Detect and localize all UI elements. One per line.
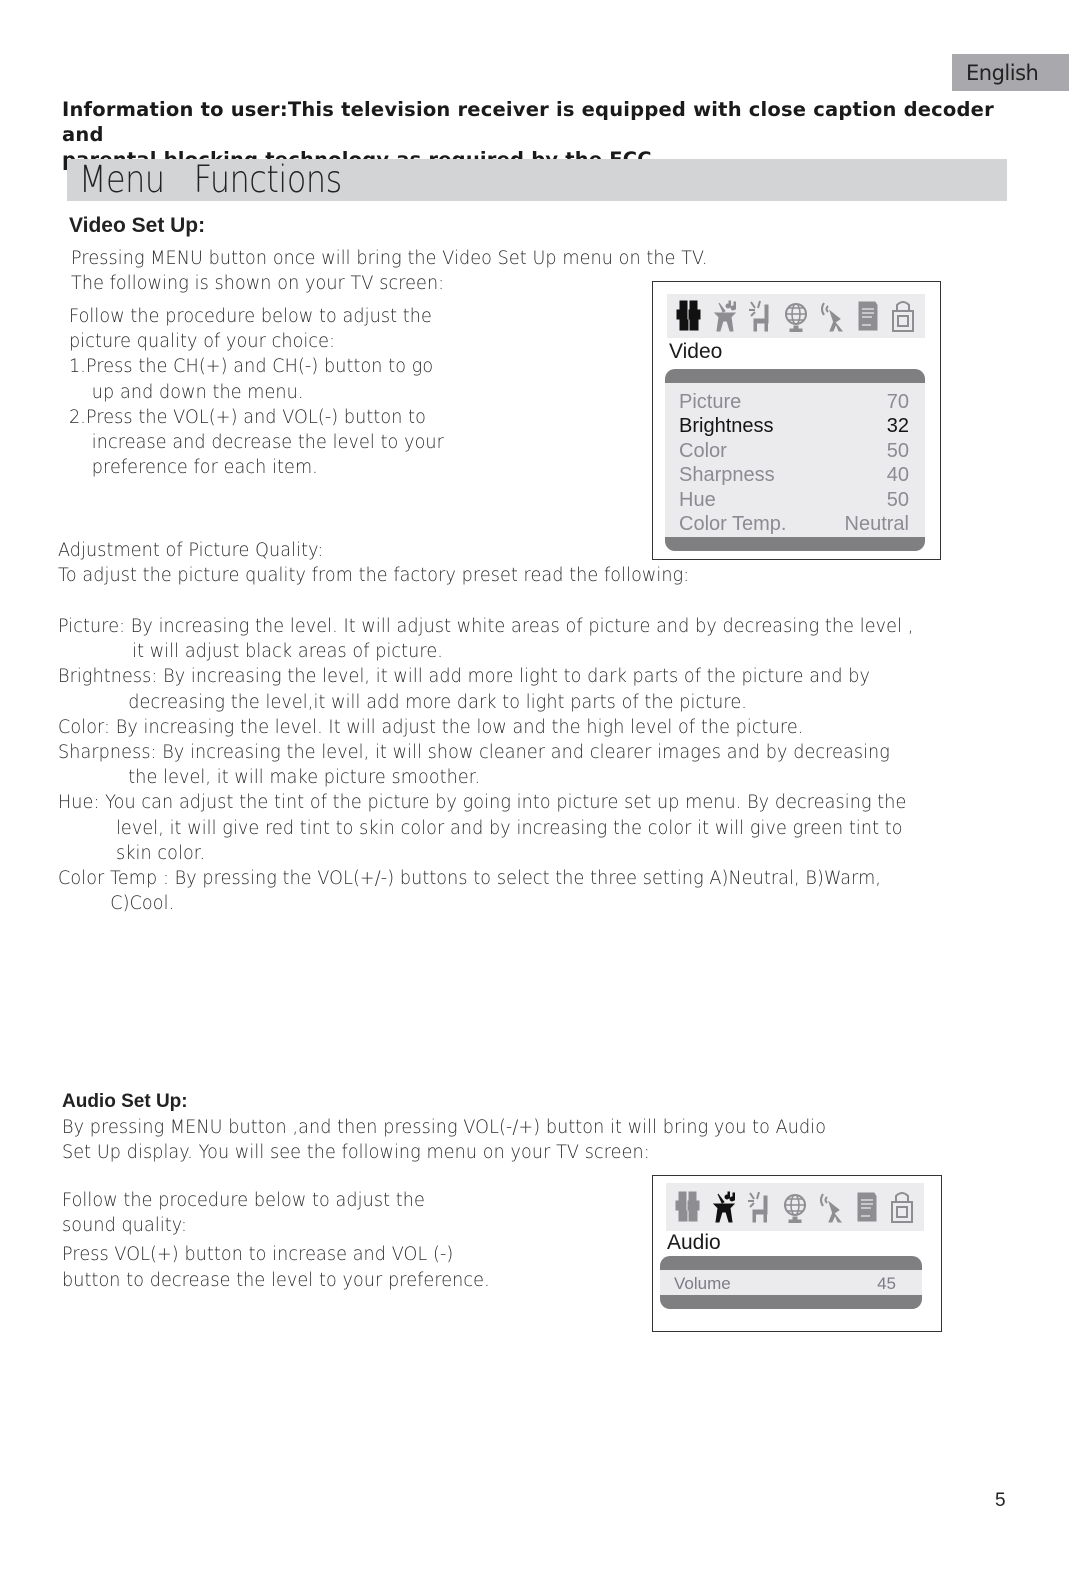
adjustment-intro: To adjust the picture quality from the f…: [58, 565, 690, 587]
setting-descriptions: Picture: By increasing the level. It wil…: [58, 614, 913, 916]
text-line: button to decrease the level to your pre…: [62, 1269, 490, 1291]
desc-sharpness-cont: the level, it will make picture smoother…: [128, 767, 481, 789]
osd-row-name: Brightness: [679, 415, 774, 438]
osd-row-sharpness[interactable]: Sharpness 40: [679, 463, 909, 487]
osd-bottom-bar: [665, 537, 925, 551]
osd-row-name: Volume: [674, 1274, 731, 1293]
function-icon[interactable]: [745, 1189, 773, 1225]
text-line: sound quality:: [62, 1215, 188, 1237]
desc-color-temp: Color Temp : By pressing the VOL(+/-) bu…: [58, 868, 882, 890]
desc-brightness: Brightness: By increasing the level, it …: [58, 666, 871, 688]
notice-line: Information to user:This television rece…: [62, 98, 994, 146]
desc-hue: Hue: You can adjust the tint of the pict…: [58, 792, 907, 814]
osd-top-bar: [660, 1256, 922, 1270]
picture-icon[interactable]: [674, 1189, 702, 1225]
audio-osd-menu: Audio Volume 45: [652, 1175, 942, 1332]
osd-bottom-bar: [660, 1295, 922, 1309]
antenna-icon[interactable]: [817, 1189, 845, 1225]
caption-icon[interactable]: [852, 1189, 880, 1225]
desc-picture: Picture: By increasing the level. It wil…: [58, 616, 914, 637]
desc-color: Color: By increasing the level. It will …: [58, 716, 804, 738]
osd-row-name: Hue: [679, 488, 716, 511]
language-tab: English: [952, 54, 1069, 91]
section-title-bar: Menu Functions: [67, 159, 1007, 201]
page-number: 5: [995, 1490, 1006, 1511]
audio-intro: By pressing MENU button ,and then pressi…: [62, 1115, 826, 1165]
video-intro: Pressing MENU button once will bring the…: [71, 246, 708, 296]
osd-item-list: Volume 45: [660, 1256, 922, 1309]
video-osd-menu: Video Picture 70 Brightness 32 Color 50 …: [652, 281, 941, 560]
function-icon[interactable]: [746, 298, 774, 334]
osd-row-name: Sharpness: [679, 464, 775, 487]
osd-icon-strip: [667, 294, 925, 338]
osd-row-color-temp[interactable]: Color Temp. Neutral: [679, 512, 909, 536]
step-2-cont: increase and decrease the level to your: [91, 432, 444, 454]
step-1-cont: up and down the menu.: [91, 381, 304, 403]
osd-top-bar: [665, 369, 925, 383]
desc-sharpness: Sharpness: By increasing the level, it w…: [58, 742, 890, 764]
video-setup-heading: Video Set Up:: [69, 214, 206, 237]
antenna-icon[interactable]: [818, 298, 846, 334]
audio-setup-heading: Audio Set Up:: [62, 1091, 188, 1112]
osd-row-value: 45: [877, 1274, 896, 1293]
osd-icon-strip: [666, 1183, 924, 1231]
text-line: Press VOL(+) button to increase and VOL …: [62, 1244, 454, 1266]
text-line: Follow the procedure below to adjust the: [69, 306, 432, 327]
text-line: picture quality of your choice:: [69, 331, 336, 353]
video-procedure: Follow the procedure below to adjust the…: [69, 304, 444, 480]
language-tab-label: English: [966, 60, 1039, 85]
osd-menu-label: Video: [669, 340, 723, 363]
osd-row-value: 50: [886, 488, 909, 511]
adjustment-section: Adjustment of Picture Quality: To adjust…: [58, 538, 689, 588]
osd-row-value: 70: [886, 391, 909, 413]
osd-row-color[interactable]: Color 50: [679, 439, 909, 463]
osd-row-value: 32: [886, 415, 909, 438]
section-title: Menu Functions: [79, 158, 342, 201]
osd-row-picture[interactable]: Picture 70: [679, 390, 909, 414]
text-line: Pressing MENU button once will bring the…: [71, 248, 708, 269]
osd-row-name: Color Temp.: [679, 513, 787, 536]
sound-icon[interactable]: [710, 1189, 738, 1225]
caption-icon[interactable]: [853, 298, 881, 334]
text-line: By pressing MENU button ,and then pressi…: [62, 1117, 827, 1138]
osd-row-brightness[interactable]: Brightness 32: [679, 414, 909, 438]
desc-picture-cont: it will adjust black areas of picture.: [132, 641, 443, 663]
osd-row-name: Picture: [679, 391, 742, 413]
text-line: Follow the procedure below to adjust the: [62, 1190, 425, 1211]
osd-menu-label: Audio: [667, 1231, 721, 1254]
step-1: 1.Press the CH(+) and CH(-) button to go: [69, 356, 434, 378]
step-2-cont: preference for each item.: [91, 457, 318, 479]
globe-icon[interactable]: [781, 1189, 809, 1225]
lock-icon[interactable]: [889, 298, 917, 334]
step-2: 2.Press the VOL(+) and VOL(-) button to: [69, 406, 426, 428]
osd-row-volume[interactable]: Volume 45: [674, 1271, 896, 1296]
desc-hue-cont: level, it will give red tint to skin col…: [115, 817, 903, 839]
picture-icon[interactable]: [675, 298, 703, 334]
osd-row-hue[interactable]: Hue 50: [679, 488, 909, 512]
globe-icon[interactable]: [782, 298, 810, 334]
osd-row-name: Color: [679, 439, 727, 462]
audio-procedure: Follow the procedure below to adjust the…: [62, 1188, 490, 1293]
desc-brightness-cont: decreasing the level,it will add more da…: [128, 691, 747, 713]
desc-color-temp-cont: C)Cool.: [110, 893, 175, 915]
adjustment-heading: Adjustment of Picture Quality:: [58, 540, 324, 561]
lock-icon[interactable]: [888, 1189, 916, 1225]
text-line: The following is shown on your TV screen…: [71, 273, 445, 295]
osd-row-value: Neutral: [844, 513, 909, 536]
sound-icon[interactable]: [711, 298, 739, 334]
text-line: Set Up display. You will see the followi…: [62, 1142, 650, 1164]
osd-item-list: Picture 70 Brightness 32 Color 50 Sharpn…: [665, 369, 925, 551]
osd-row-value: 50: [886, 439, 909, 462]
osd-row-value: 40: [886, 464, 909, 487]
desc-hue-cont: skin color.: [115, 842, 206, 864]
